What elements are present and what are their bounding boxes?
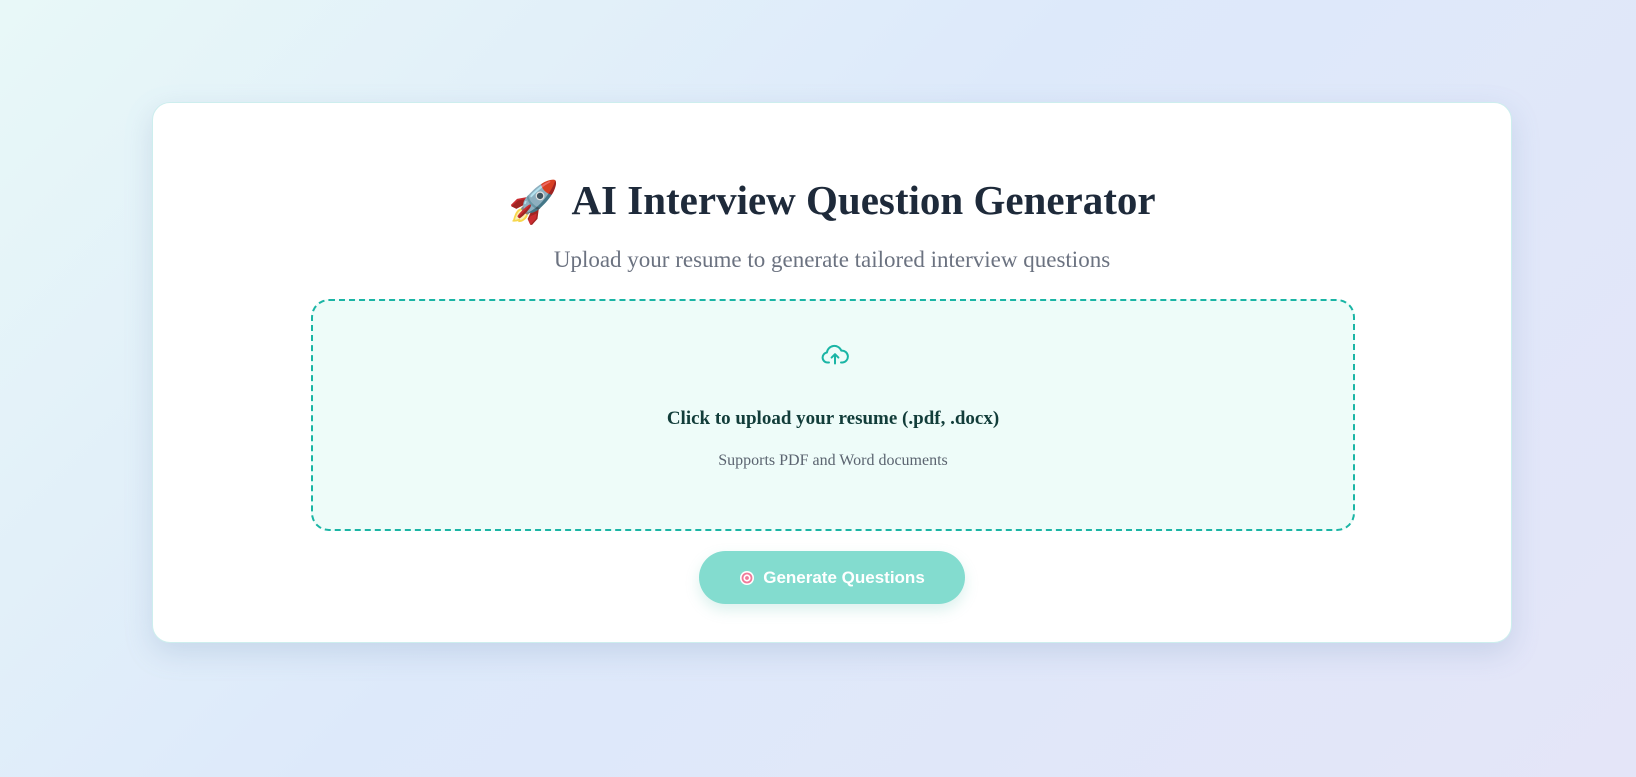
generate-button-label: Generate Questions	[763, 567, 925, 587]
rocket-icon: 🚀	[508, 178, 560, 226]
upload-label: Click to upload your resume (.pdf, .docx…	[666, 408, 1000, 429]
target-icon	[740, 570, 755, 585]
main-card: 🚀 AI Interview Question Generator Upload …	[152, 102, 1512, 643]
generate-questions-button[interactable]: Generate Questions	[699, 551, 965, 604]
page-subtitle: Upload your resume to generate tailored …	[553, 247, 1111, 272]
page-title: 🚀 AI Interview Question Generator	[153, 173, 1511, 229]
page-title-text: AI Interview Question Generator	[571, 177, 1156, 223]
upload-hint: Supports PDF and Word documents	[718, 452, 948, 469]
resume-upload-dropzone[interactable]: Click to upload your resume (.pdf, .docx…	[311, 299, 1355, 531]
cloud-upload-icon	[821, 344, 849, 365]
